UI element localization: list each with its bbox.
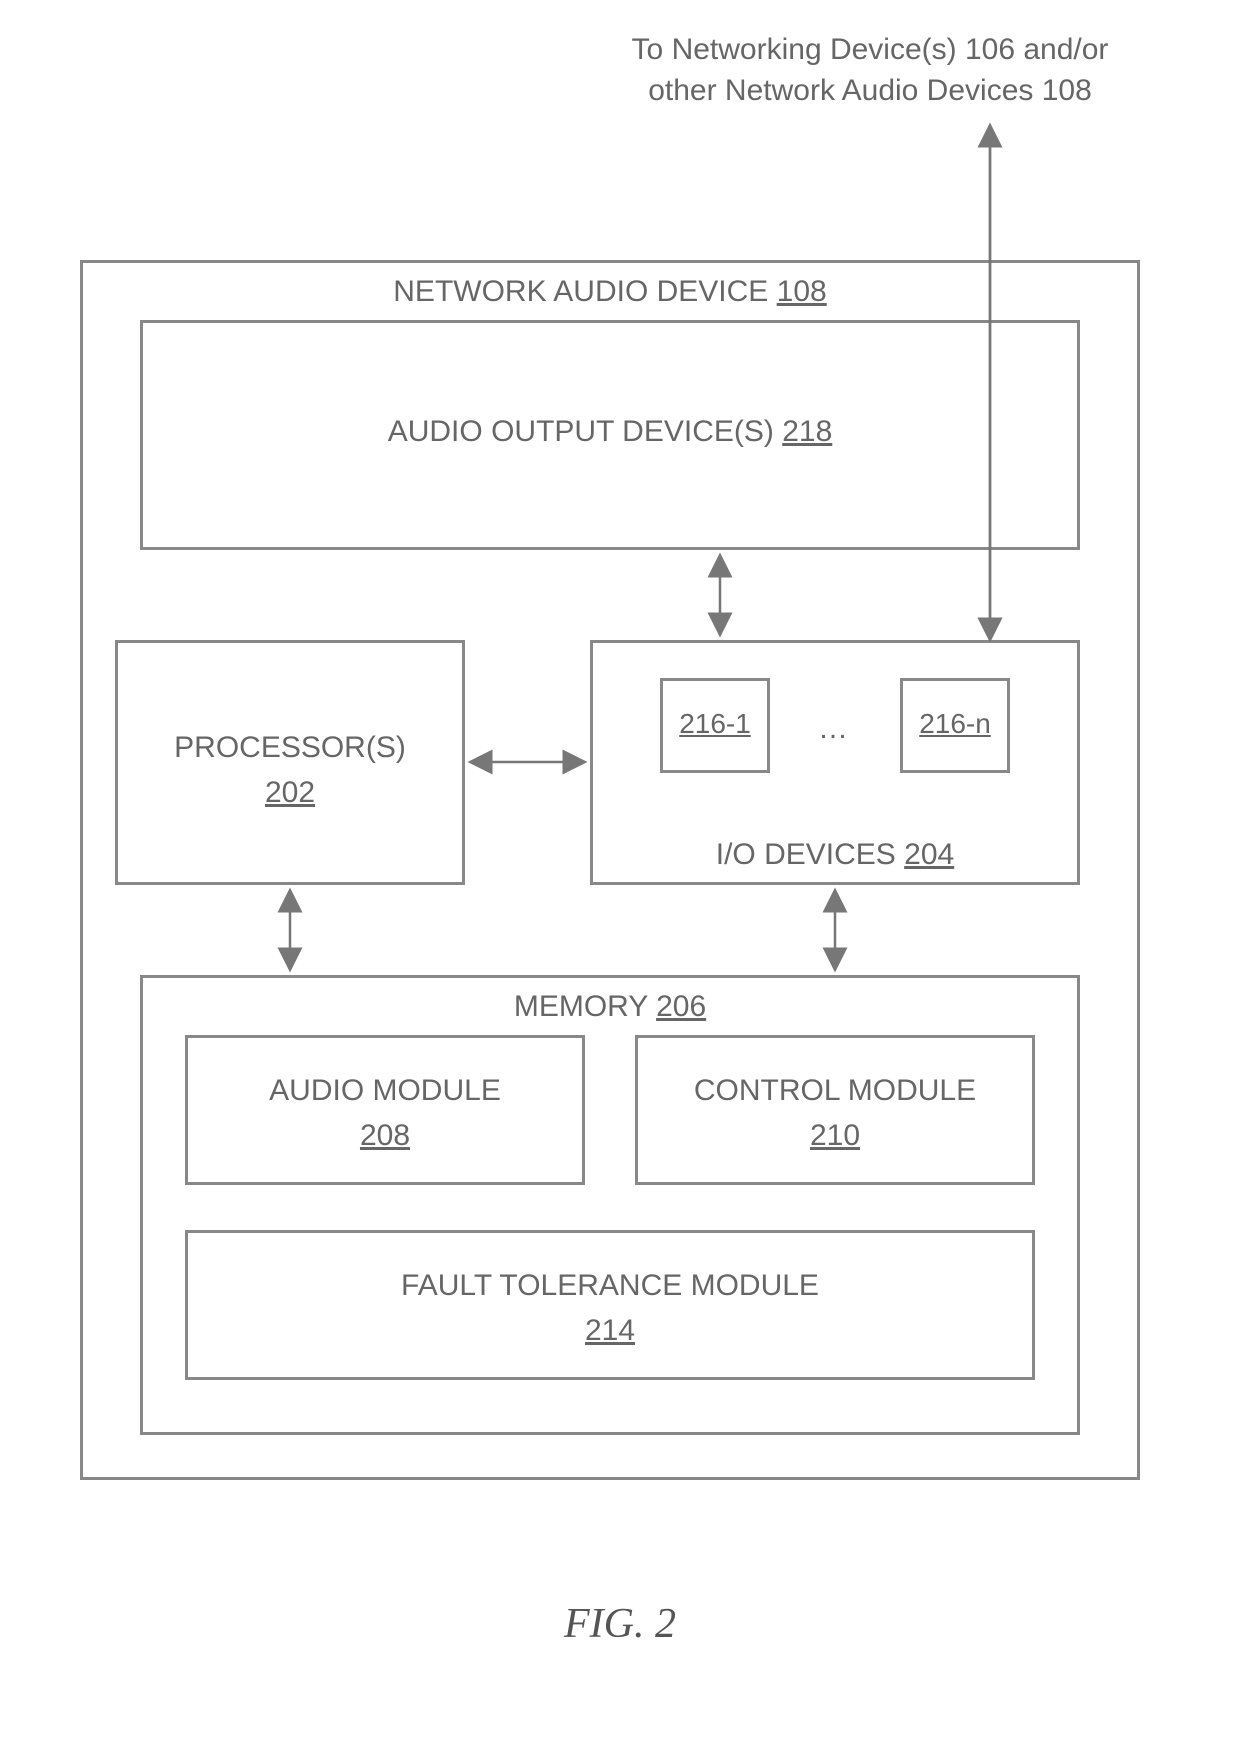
- connectors: [0, 0, 1240, 1737]
